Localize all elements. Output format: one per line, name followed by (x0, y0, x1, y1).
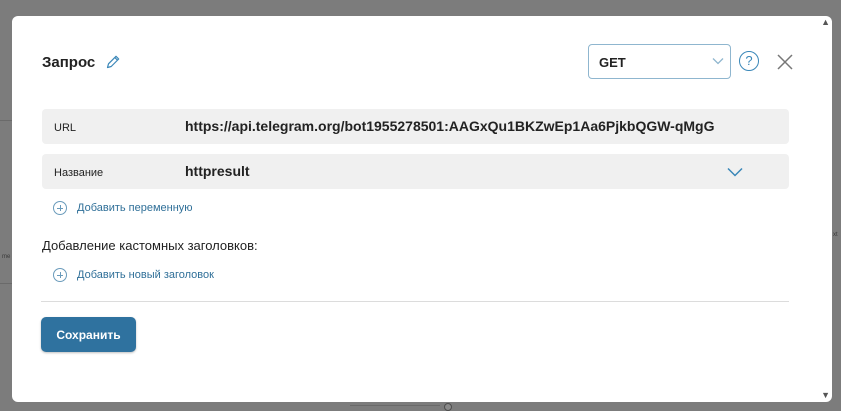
add-variable-button[interactable]: Добавить переменную (53, 201, 193, 215)
background-line (0, 120, 12, 121)
url-value[interactable]: https://api.telegram.org/bot1955278501:A… (185, 118, 753, 134)
chevron-down-icon[interactable] (727, 167, 743, 177)
custom-headers-heading: Добавление кастомных заголовков: (42, 238, 258, 253)
add-header-label: Добавить новый заголовок (77, 269, 214, 281)
dialog-title: Запрос (42, 54, 96, 71)
add-header-button[interactable]: Добавить новый заголовок (53, 268, 214, 282)
plus-circle-icon (53, 268, 67, 282)
chevron-down-icon (712, 58, 724, 65)
divider (41, 301, 789, 302)
url-label: URL (54, 122, 77, 134)
background-label: xt (833, 232, 838, 238)
scroll-up-icon[interactable]: ▲ (821, 18, 830, 27)
method-value: GET (599, 55, 626, 70)
help-icon[interactable]: ? (739, 51, 759, 71)
name-value[interactable]: httpresult (185, 163, 250, 179)
add-variable-label: Добавить переменную (77, 202, 193, 214)
background-label: me (2, 254, 11, 260)
url-field[interactable]: URL https://api.telegram.org/bot19552785… (42, 109, 789, 144)
name-field[interactable]: Название httpresult (42, 154, 789, 189)
plus-circle-icon (53, 201, 67, 215)
scroll-down-icon[interactable]: ▼ (821, 391, 830, 400)
save-button[interactable]: Сохранить (41, 317, 136, 352)
edit-title-icon[interactable] (105, 54, 121, 70)
background-line (350, 405, 440, 406)
name-label: Название (54, 167, 104, 179)
request-dialog: ▲ ▼ Запрос GET ? URL https://api.telegra… (12, 16, 832, 402)
background-node (444, 403, 452, 411)
close-icon[interactable] (776, 53, 794, 71)
background-line (0, 283, 12, 284)
method-select[interactable]: GET (588, 44, 731, 79)
